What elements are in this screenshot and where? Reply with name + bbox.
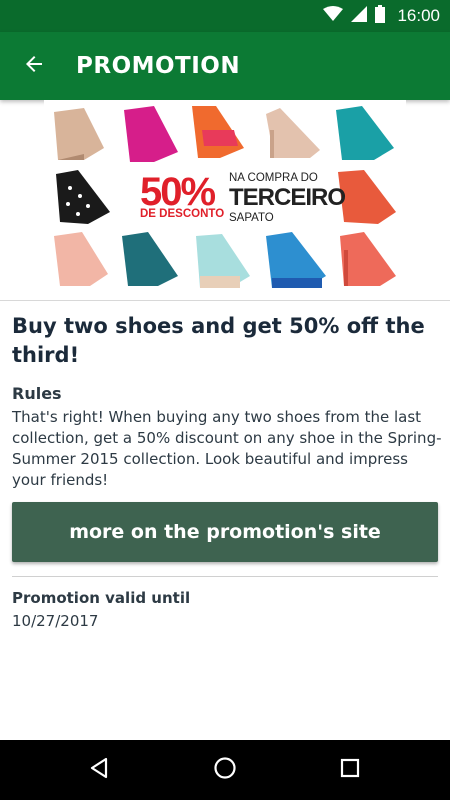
arrow-back-icon (22, 52, 46, 80)
navigation-bar (0, 740, 450, 800)
shoe-illustration (54, 232, 108, 286)
shoe-illustration (56, 170, 110, 224)
divider (0, 300, 450, 301)
triangle-back-icon (88, 757, 110, 783)
banner-discount-label: DE DESCONTO (140, 208, 225, 220)
back-button[interactable] (14, 46, 54, 86)
promotion-title: Buy two shoes and get 50% off the third! (12, 314, 425, 367)
battery-icon (375, 5, 386, 27)
shoe-illustration (340, 232, 396, 286)
shoe-illustration (196, 234, 250, 288)
shoe-illustration (266, 108, 320, 158)
circle-home-icon (213, 756, 237, 784)
signal-icon (351, 6, 368, 26)
nav-home-button[interactable] (205, 750, 245, 790)
nav-recents-button[interactable] (330, 750, 370, 790)
nav-back-button[interactable] (79, 750, 119, 790)
banner-na-compra: NA COMPRA DO (229, 172, 318, 184)
promotion-banner-image: 50% DE DESCONTO NA COMPRA DO TERCEIRO SA… (44, 100, 406, 298)
shoes-collage-illustration (54, 106, 396, 288)
shoe-illustration (266, 232, 326, 288)
shoe-illustration (54, 108, 104, 160)
valid-until-label: Promotion valid until (12, 589, 191, 607)
shoe-illustration (124, 106, 178, 162)
banner-terceiro: TERCEIRO (229, 184, 346, 211)
rules-label: Rules (12, 384, 62, 403)
valid-until-date: 10/27/2017 (12, 612, 99, 630)
banner-sapato: SAPATO (229, 212, 274, 224)
wifi-icon (323, 6, 344, 26)
status-bar: 16:00 (0, 0, 450, 32)
promotion-site-button[interactable]: more on the promotion's site (12, 502, 438, 562)
shoe-illustration (192, 106, 244, 158)
shoe-illustration (338, 170, 396, 224)
rules-text: That's right! When buying any two shoes … (12, 408, 442, 489)
shoe-illustration (122, 232, 178, 286)
app-bar: PROMOTION (0, 32, 450, 100)
page-title: PROMOTION (76, 53, 241, 79)
status-icons: 16:00 (323, 0, 440, 32)
shoe-illustration (336, 106, 394, 160)
status-time: 16:00 (397, 6, 440, 25)
divider (12, 576, 438, 577)
square-recents-icon (339, 757, 361, 783)
